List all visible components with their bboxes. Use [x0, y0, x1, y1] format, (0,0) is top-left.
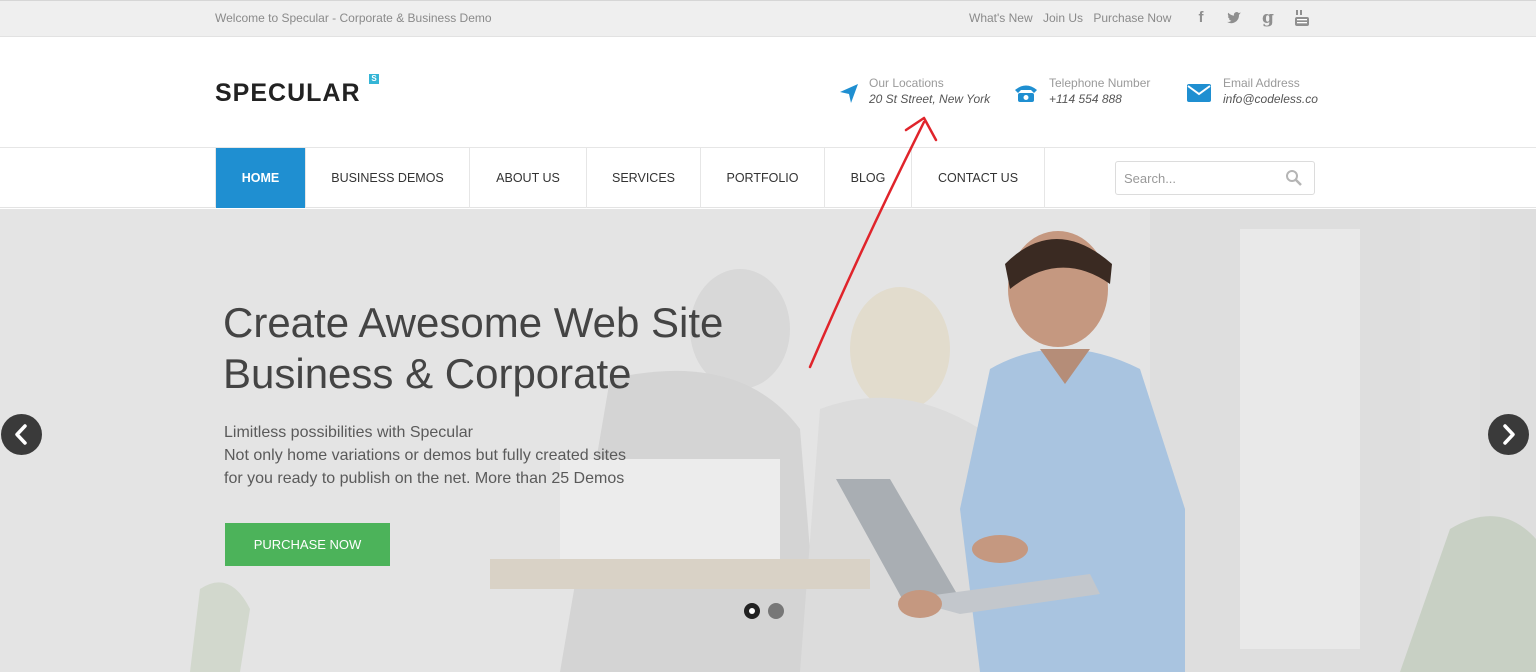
purchase-now-button[interactable]: PURCHASE NOW — [225, 523, 390, 566]
hero-subtitle-line-2: Not only home variations or demos but fu… — [224, 447, 626, 464]
hero-subtitle-line-3: for you ready to publish on the net. Mor… — [224, 470, 625, 487]
location-label: Our Locations — [869, 76, 944, 90]
nav-item-services[interactable]: SERVICES — [587, 148, 701, 208]
slider-prev-button[interactable] — [1, 414, 42, 455]
join-us-link[interactable]: Join Us — [1043, 11, 1083, 25]
nav-item-about-us[interactable]: ABOUT US — [470, 148, 587, 208]
top-links: What's New Join Us Purchase Now — [969, 11, 1178, 25]
hero-title-line-1: Create Awesome Web Site — [223, 299, 724, 346]
nav-item-contact-us[interactable]: CONTACT US — [912, 148, 1045, 208]
hero-slider: Create Awesome Web Site Business & Corpo… — [0, 209, 1536, 672]
email-value[interactable]: info@codeless.co — [1223, 92, 1318, 106]
hero-title: Create Awesome Web Site Business & Corpo… — [223, 297, 723, 399]
main-nav: HOME BUSINESS DEMOS ABOUT US SERVICES PO… — [0, 148, 1536, 208]
site-header: SPECULAR S Our Locations 20 St Street, N… — [0, 37, 1536, 148]
hero-subtitle: Limitless possibilities with Specular No… — [224, 421, 626, 490]
phone-value: +114 554 888 — [1049, 92, 1122, 106]
phone-icon — [1015, 85, 1037, 102]
youtube-icon[interactable] — [1293, 9, 1311, 27]
site-logo[interactable]: SPECULAR — [215, 79, 361, 108]
email-label: Email Address — [1223, 76, 1300, 90]
nav-item-business-demos[interactable]: BUSINESS DEMOS — [306, 148, 470, 208]
chevron-right-icon — [1503, 424, 1515, 445]
slider-dot-2[interactable] — [768, 603, 784, 619]
purchase-now-link[interactable]: Purchase Now — [1093, 11, 1171, 25]
whats-new-link[interactable]: What's New — [969, 11, 1033, 25]
nav-item-blog[interactable]: BLOG — [825, 148, 912, 208]
hero-subtitle-line-1: Limitless possibilities with Specular — [224, 424, 473, 441]
location-value: 20 St Street, New York — [869, 92, 991, 106]
welcome-text: Welcome to Specular - Corporate & Busine… — [215, 11, 492, 25]
phone-label: Telephone Number — [1049, 76, 1151, 90]
envelope-icon — [1187, 84, 1211, 102]
slider-dot-1[interactable] — [744, 603, 760, 619]
logo-badge: S — [369, 74, 379, 84]
search-icon[interactable] — [1285, 169, 1303, 187]
location-arrow-icon — [840, 84, 858, 103]
nav-item-portfolio[interactable]: PORTFOLIO — [701, 148, 825, 208]
twitter-icon[interactable] — [1225, 9, 1243, 27]
search-input[interactable] — [1122, 168, 1282, 188]
slider-next-button[interactable] — [1488, 414, 1529, 455]
facebook-icon[interactable]: f — [1192, 9, 1210, 27]
search-box — [1115, 161, 1315, 195]
google-plus-icon[interactable]: g — [1259, 9, 1277, 27]
hero-title-line-2: Business & Corporate — [223, 350, 632, 397]
nav-item-home[interactable]: HOME — [216, 148, 306, 208]
chevron-left-icon — [15, 424, 27, 445]
top-bar: Welcome to Specular - Corporate & Busine… — [0, 0, 1536, 37]
